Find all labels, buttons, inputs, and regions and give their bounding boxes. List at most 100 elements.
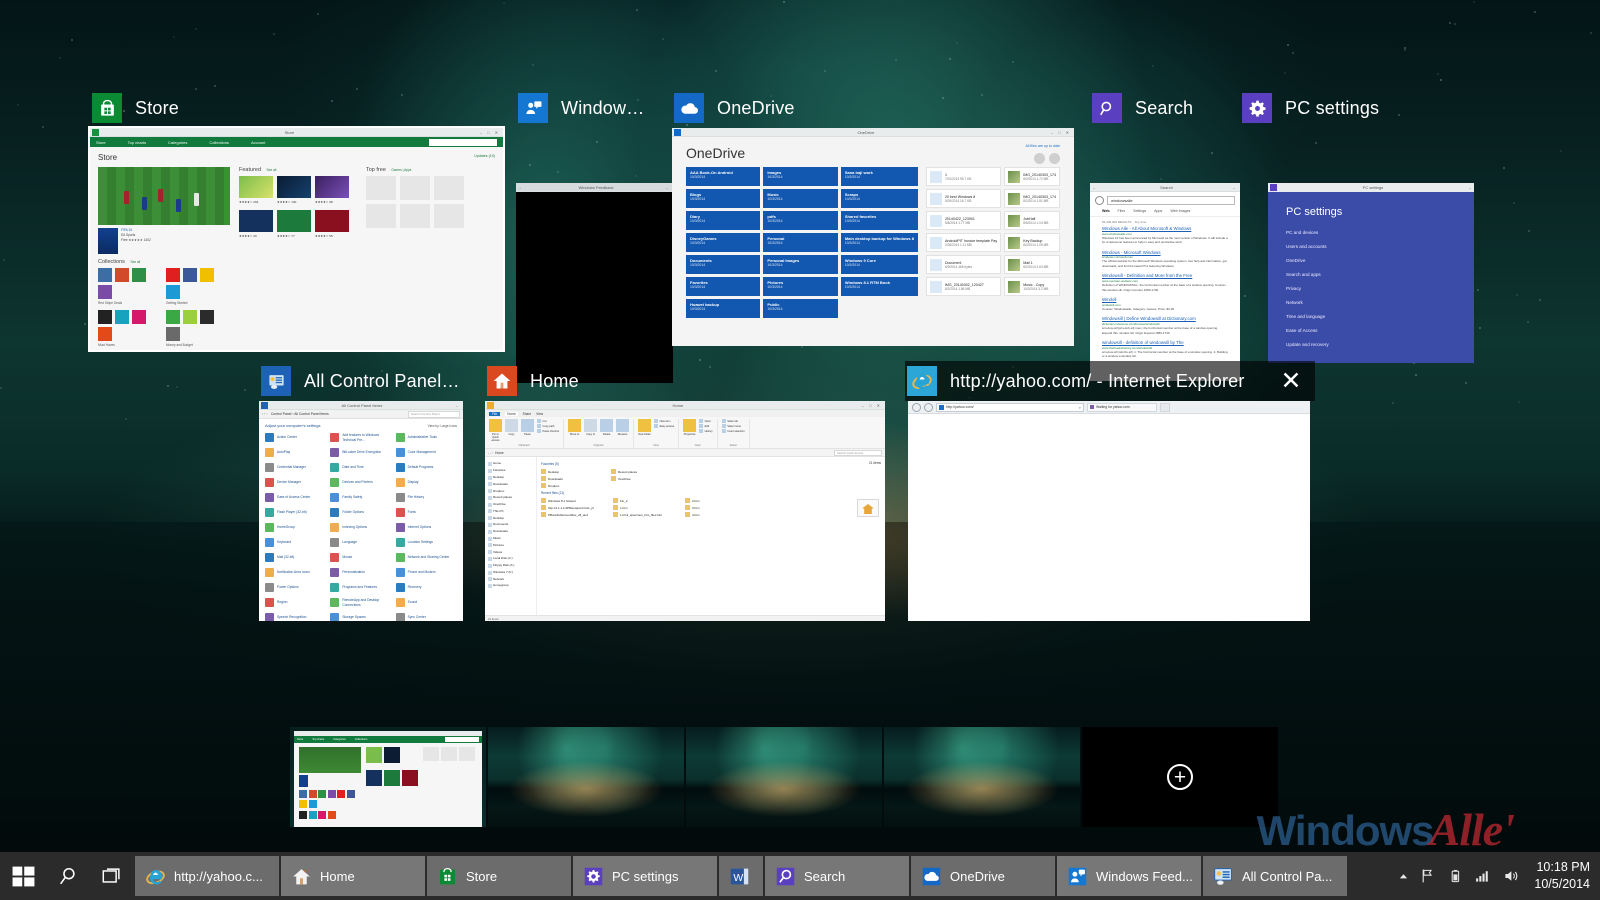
pcsettings-menu-item[interactable]: Network — [1286, 300, 1456, 305]
controlpanel-item[interactable]: Flash Player (32-bit) — [265, 506, 326, 519]
battery-icon[interactable] — [1447, 868, 1463, 884]
store-featured-seeall[interactable]: See all — [267, 168, 277, 172]
controlpanel-item[interactable]: Phone and Modem — [396, 566, 457, 579]
explorer-file-entry[interactable]: Desktop — [541, 468, 601, 475]
search-tab[interactable]: Files — [1118, 209, 1126, 213]
controlpanel-item[interactable]: Keyboard — [265, 536, 326, 549]
explorer-file-entry[interactable]: 1.htm — [613, 504, 675, 511]
onedrive-window-controls[interactable]: – □ ✕ — [1051, 130, 1074, 135]
explorer-file-entry[interactable]: 1.html_specimen_htm_files.htm — [613, 511, 675, 518]
explorer-ribbon-tab[interactable]: View — [536, 412, 543, 416]
explorer-ribbon-button[interactable]: Copy to — [584, 419, 597, 436]
task-view-window-search[interactable]: Search – Search – windowsalle WebFiles — [1090, 88, 1240, 381]
onedrive-file-row[interactable]: Document6/9/2014 465 bytes — [926, 255, 1001, 274]
onedrive-folder-tile[interactable]: Images10/3/2014 — [763, 167, 837, 186]
controlpanel-item[interactable]: Date and Time — [330, 461, 391, 474]
store-featured-item[interactable]: ★★★★☆ 55 — [315, 210, 349, 239]
explorer-ribbon-tabs[interactable]: FileHomeShareView — [485, 410, 885, 417]
pcsettings-menu-item[interactable]: Search and apps — [1286, 272, 1456, 277]
virtual-desktop-2[interactable] — [488, 727, 684, 827]
explorer-ribbon-tab[interactable]: Home — [505, 412, 518, 416]
task-view-window-store[interactable]: Store Store – □ ✕ Store Top charts Categ… — [90, 88, 503, 350]
explorer-nav-item[interactable]: Network — [487, 575, 534, 582]
explorer-file-entry[interactable]: Dropbox — [541, 482, 601, 489]
onedrive-folder-tile[interactable]: Windows 9 Core10/3/2014 — [841, 255, 918, 274]
explorer-ribbon-small-button[interactable]: Edit — [699, 424, 713, 428]
controlpanel-item[interactable]: Notification Area Icons — [265, 566, 326, 579]
explorer-nav-item[interactable]: Desktop — [487, 514, 534, 521]
explorer-nav-item[interactable]: Dropbox — [487, 487, 534, 494]
onedrive-file-row[interactable]: IMG_20140303_1748/2/2014 1.81 MB — [1004, 189, 1060, 208]
store-search-input[interactable] — [429, 139, 497, 146]
virtual-desktop-4[interactable] — [884, 727, 1080, 827]
explorer-ribbon-small-button[interactable]: New item — [654, 419, 674, 423]
onedrive-file-row[interactable]: IMG_20140302_1204278/2/2014 1.86 MB — [926, 277, 1001, 296]
task-view-window-pc-settings[interactable]: PC settings PC settings – PC settings PC… — [1240, 88, 1490, 363]
pcsettings-menu-item[interactable]: Update and recovery — [1286, 342, 1456, 347]
controlpanel-item[interactable]: Internet Options — [396, 521, 457, 534]
pcsettings-menu-item[interactable]: Users and accounts — [1286, 244, 1456, 249]
virtual-desktop-3[interactable] — [686, 727, 882, 827]
controlpanel-item[interactable]: Location Settings — [396, 536, 457, 549]
onedrive-folder-tile[interactable]: Public10/3/2014 — [763, 299, 837, 318]
onedrive-file-row[interactable]: JobHalf8/5/2014 1.04 MB — [1004, 211, 1060, 230]
controlpanel-item[interactable]: Default Programs — [396, 461, 457, 474]
explorer-ribbon-small-button[interactable]: History — [699, 429, 713, 433]
controlpanel-item[interactable]: Network and Sharing Center — [396, 551, 457, 564]
explorer-file-entry[interactable]: 4.htm — [685, 511, 747, 518]
controlpanel-item[interactable]: Display — [396, 476, 457, 489]
window-thumb-onedrive[interactable]: OneDrive – □ ✕ OneDrive All files are up… — [672, 128, 1074, 346]
pcsettings-menu[interactable]: PC and devicesUsers and accountsOneDrive… — [1286, 230, 1456, 347]
ie-back-button[interactable] — [912, 403, 921, 412]
onedrive-file-row[interactable]: IMG_20140303_1748/2/2014 1.72 MB — [1004, 167, 1060, 186]
explorer-file-entry[interactable]: 3.htm — [685, 504, 747, 511]
taskbar-button-pcsettings[interactable]: PC settings — [573, 856, 717, 896]
controlpanel-item[interactable]: Indexing Options — [330, 521, 391, 534]
explorer-file-entry[interactable]: OneDrive — [611, 475, 671, 482]
store-nav-item[interactable]: Top charts — [128, 140, 146, 145]
search-tabs[interactable]: WebFilesSettingsAppsWeb Images — [1090, 209, 1240, 217]
onedrive-folder-tile[interactable]: Shared favorites10/3/2014 — [841, 211, 918, 230]
search-query-input[interactable]: windowsalle — [1107, 196, 1235, 205]
store-window-controls[interactable]: – □ ✕ — [480, 130, 503, 135]
explorer-nav-item[interactable]: Pictures — [487, 541, 534, 548]
onedrive-file-row[interactable]: 20 best Windows 85/29/2014 16.7 KB — [926, 189, 1001, 208]
controlpanel-item[interactable]: Mouse — [330, 551, 391, 564]
controlpanel-item[interactable]: Recovery — [396, 581, 457, 594]
explorer-nav-item[interactable]: Desktop — [487, 474, 534, 481]
explorer-nav-item[interactable]: Local Disk (C:) — [487, 555, 534, 562]
explorer-nav-item[interactable]: Floppy Disk (A:) — [487, 562, 534, 569]
controlpanel-item[interactable]: Speech Recognition — [265, 611, 326, 621]
onedrive-folder-tile[interactable]: Favorites10/3/2014 — [686, 277, 760, 296]
explorer-nav-item[interactable]: Recent places — [487, 494, 534, 501]
search-tab[interactable]: Apps — [1154, 209, 1162, 213]
explorer-window-controls[interactable]: – □ ✕ — [862, 403, 885, 408]
store-featured-item[interactable]: ★★★★☆ 130 — [277, 176, 311, 205]
search-tab[interactable]: Settings — [1133, 209, 1146, 213]
store-nav[interactable]: Store Top charts Categories Collections … — [90, 137, 503, 147]
onedrive-folder-tile[interactable]: Scraps10/3/2014 — [841, 189, 918, 208]
window-thumb-pcsettings[interactable]: PC settings – PC settings PC and devices… — [1240, 183, 1490, 363]
onedrive-folder-tile[interactable]: Sana baji work10/3/2014 — [841, 167, 918, 186]
explorer-ribbon-small-button[interactable]: Select all — [722, 419, 745, 423]
ie-toolbar[interactable]: http://yahoo.com/ ⌕ Waiting for yahoo.co… — [908, 401, 1310, 414]
store-topfree-item[interactable] — [366, 204, 396, 228]
controlpanel-item[interactable]: AutoPlay — [265, 446, 326, 459]
explorer-nav-item[interactable]: Home — [487, 460, 534, 467]
explorer-file-entry[interactable]: Recent places — [611, 468, 671, 475]
controlpanel-viewby[interactable]: View by: Large icons — [428, 424, 457, 428]
controlpanel-search-input[interactable]: Search Control Panel — [408, 411, 460, 418]
pcsettings-window-controls[interactable]: – — [1469, 185, 1474, 190]
explorer-ribbon-button[interactable]: New folder — [638, 419, 651, 436]
task-view-button[interactable] — [90, 852, 134, 900]
controlpanel-item[interactable]: Folder Options — [330, 506, 391, 519]
explorer-ribbon-small-button[interactable]: Invert selection — [722, 429, 745, 433]
explorer-ribbon-tab[interactable]: File — [489, 412, 500, 416]
store-nav-item[interactable]: Store — [96, 140, 106, 145]
ie-search-icon[interactable]: ⌕ — [1079, 405, 1081, 410]
taskbar-button-search[interactable]: Search — [765, 856, 909, 896]
explorer-nav-item[interactable]: Downloads — [487, 528, 534, 535]
controlpanel-item[interactable]: File History — [396, 491, 457, 504]
explorer-ribbon-small-button[interactable]: Cut — [537, 419, 559, 423]
store-collection[interactable]: Must Haves — [98, 310, 161, 347]
